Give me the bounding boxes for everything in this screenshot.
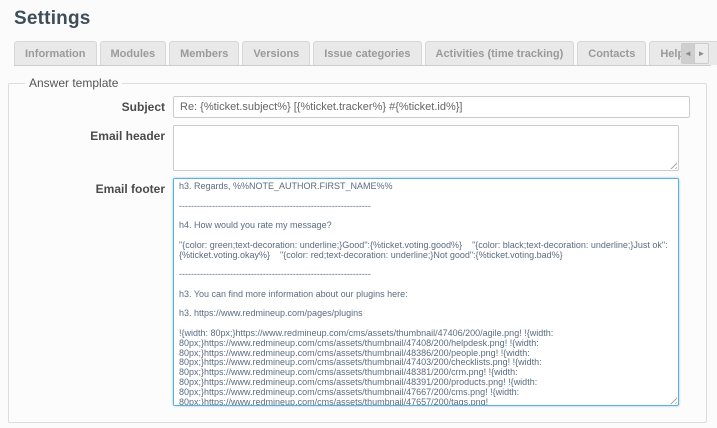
tab-scroll-buttons: ◄ ► xyxy=(681,43,709,64)
email-footer-label: Email footer xyxy=(19,178,165,196)
subject-input[interactable] xyxy=(173,96,690,118)
page-title: Settings xyxy=(14,8,711,30)
tabs-list: Information Modules Members Versions Iss… xyxy=(14,40,717,65)
email-header-wrap xyxy=(173,125,679,171)
email-header-label: Email header xyxy=(19,125,165,143)
tab-versions[interactable]: Versions xyxy=(242,41,310,65)
tab-modules[interactable]: Modules xyxy=(100,41,167,65)
subject-row: Subject xyxy=(19,96,696,118)
tabs-bar: Information Modules Members Versions Iss… xyxy=(14,41,711,66)
tab-activities-time-tracking[interactable]: Activities (time tracking) xyxy=(425,41,575,65)
subject-label: Subject xyxy=(19,96,165,114)
tab-information[interactable]: Information xyxy=(14,41,97,65)
chevron-left-icon: ◄ xyxy=(684,49,692,58)
chevron-right-icon: ► xyxy=(698,49,706,58)
email-header-textarea[interactable] xyxy=(173,125,679,171)
email-footer-row: Email footer h3. Regards, %%NOTE_AUTHOR.… xyxy=(19,178,696,406)
tab-members[interactable]: Members xyxy=(169,41,239,65)
email-footer-textarea[interactable]: h3. Regards, %%NOTE_AUTHOR.FIRST_NAME%% … xyxy=(173,178,679,406)
tab-contacts[interactable]: Contacts xyxy=(577,41,646,65)
settings-page: Settings Information Modules Members Ver… xyxy=(0,0,717,428)
answer-template-legend: Answer template xyxy=(25,76,122,90)
email-footer-wrap: h3. Regards, %%NOTE_AUTHOR.FIRST_NAME%% … xyxy=(173,178,679,406)
tab-issue-categories[interactable]: Issue categories xyxy=(313,41,421,65)
answer-template-fieldset: Answer template Subject Email header Ema… xyxy=(8,76,707,423)
email-header-row: Email header xyxy=(19,125,696,171)
tab-scroll-right-button[interactable]: ► xyxy=(695,43,709,64)
tab-scroll-left-button[interactable]: ◄ xyxy=(681,43,695,64)
